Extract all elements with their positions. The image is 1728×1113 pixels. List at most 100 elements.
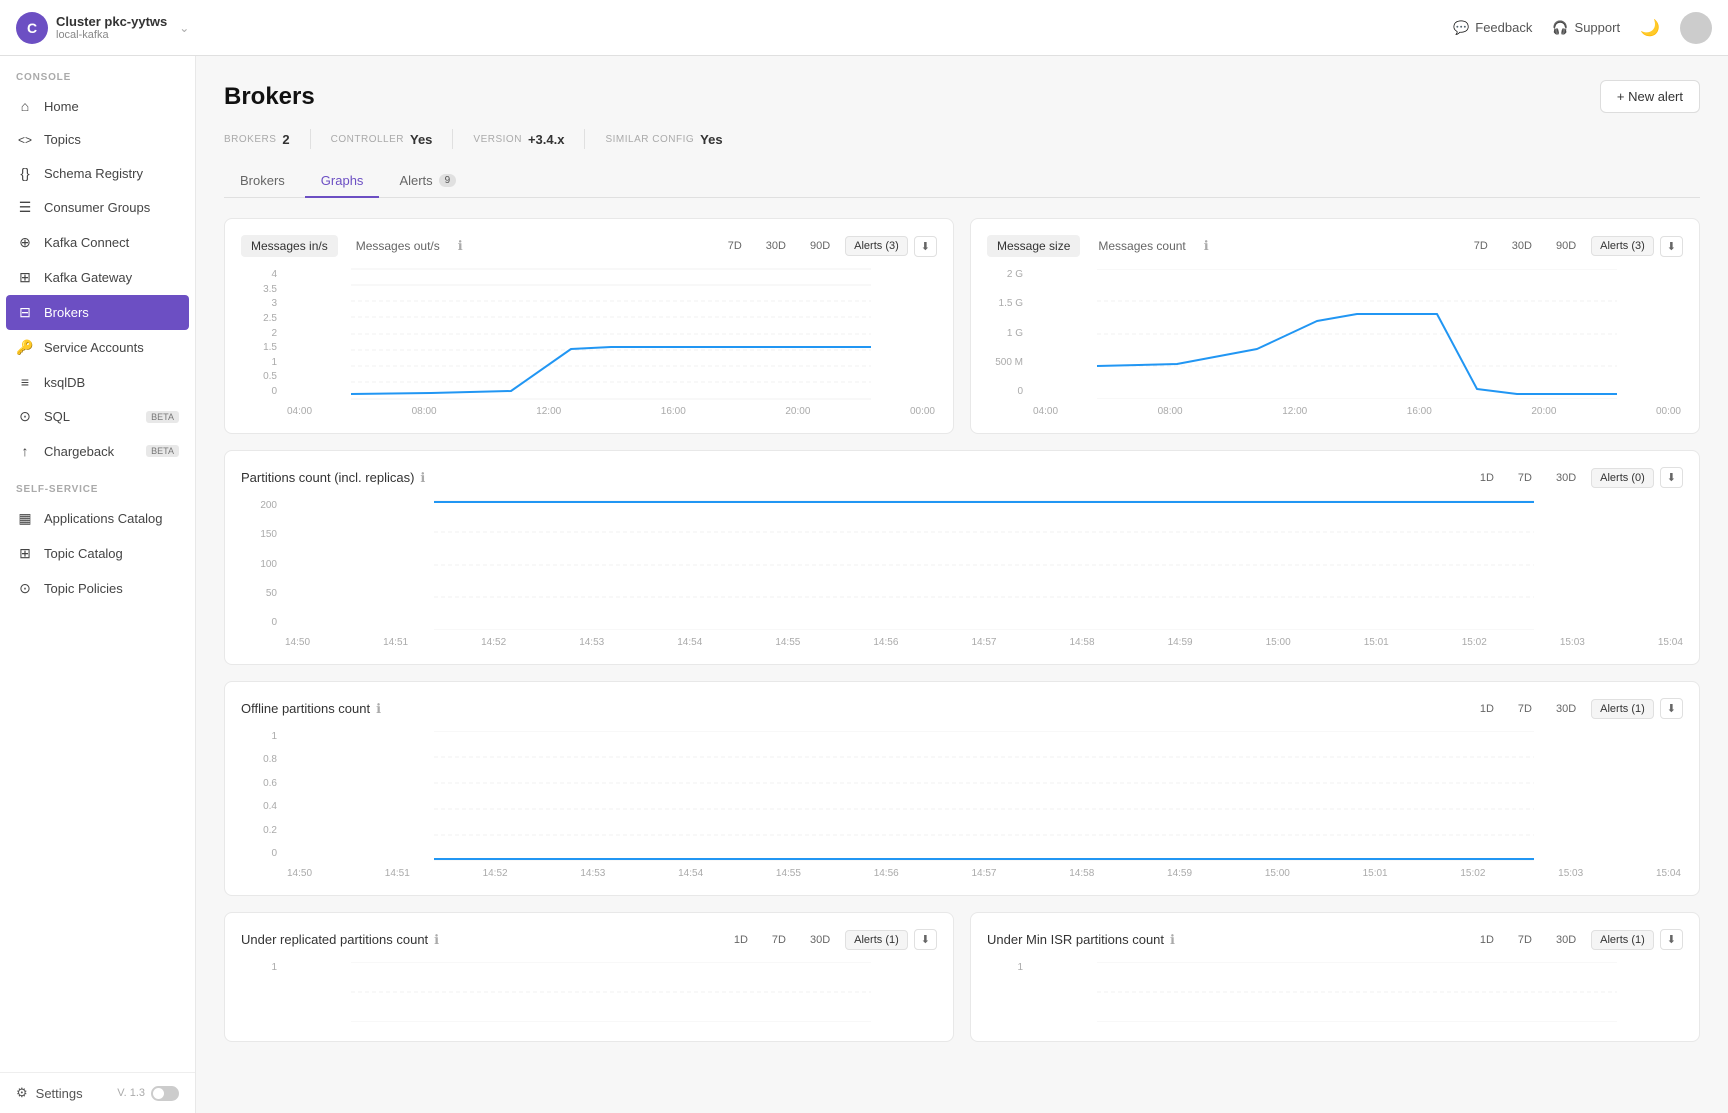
sidebar-item-label: Home xyxy=(44,99,79,114)
sidebar-item-schema-registry[interactable]: {} Schema Registry xyxy=(0,156,195,190)
message-size-7d-btn[interactable]: 7D xyxy=(1465,236,1497,256)
partitions-7d-btn[interactable]: 7D xyxy=(1509,468,1541,488)
sidebar-item-topics[interactable]: <> Topics xyxy=(0,123,195,156)
sidebar-item-topic-catalog[interactable]: ⊞ Topic Catalog xyxy=(0,536,195,571)
messages-info-icon[interactable]: ℹ xyxy=(458,238,463,254)
sidebar-item-topic-policies[interactable]: ⊙ Topic Policies xyxy=(0,571,195,606)
topic-catalog-icon: ⊞ xyxy=(16,545,34,562)
under-min-isr-1d-btn[interactable]: 1D xyxy=(1471,930,1503,950)
version-meta-label: VERSION xyxy=(473,134,522,145)
under-min-isr-alerts-btn[interactable]: Alerts (1) xyxy=(1591,930,1654,950)
under-min-isr-30d-btn[interactable]: 30D xyxy=(1547,930,1585,950)
avatar[interactable] xyxy=(1680,12,1712,44)
dark-mode-icon[interactable]: 🌙 xyxy=(1640,18,1660,38)
under-replicated-download-btn[interactable]: ⬇ xyxy=(914,929,937,950)
sidebar-item-label: Applications Catalog xyxy=(44,511,163,526)
message-size-chart-body: 2 G 1.5 G 1 G 500 M 0 xyxy=(987,269,1683,417)
chargeback-beta-badge: BETA xyxy=(146,445,179,457)
page-header: Brokers + New alert xyxy=(224,80,1700,113)
sidebar-item-label: ksqlDB xyxy=(44,375,85,390)
messages-30d-btn[interactable]: 30D xyxy=(757,236,795,256)
controller-meta: CONTROLLER Yes xyxy=(331,132,433,147)
partitions-1d-btn[interactable]: 1D xyxy=(1471,468,1503,488)
messages-in-tab[interactable]: Messages in/s xyxy=(241,235,338,257)
under-min-isr-info-icon[interactable]: ℹ xyxy=(1170,932,1175,948)
service-accounts-icon: 🔑 xyxy=(16,339,34,356)
offline-alerts-btn[interactable]: Alerts (1) xyxy=(1591,699,1654,719)
cluster-icon: C xyxy=(16,12,48,44)
messages-alerts-btn[interactable]: Alerts (3) xyxy=(845,236,908,256)
sql-icon: ⊙ xyxy=(16,408,34,425)
message-size-download-btn[interactable]: ⬇ xyxy=(1660,236,1683,257)
offline-partitions-info-icon[interactable]: ℹ xyxy=(376,701,381,717)
under-min-isr-chart-title: Under Min ISR partitions count ℹ xyxy=(987,932,1175,948)
messages-count-tab[interactable]: Messages count xyxy=(1088,235,1195,257)
offline-download-btn[interactable]: ⬇ xyxy=(1660,698,1683,719)
under-min-isr-controls: 1D 7D 30D Alerts (1) ⬇ xyxy=(1471,929,1683,950)
sidebar-item-brokers[interactable]: ⊟ Brokers xyxy=(6,295,189,330)
under-replicated-info-icon[interactable]: ℹ xyxy=(434,932,439,948)
message-size-info-icon[interactable]: ℹ xyxy=(1204,238,1209,254)
tab-brokers-label: Brokers xyxy=(240,173,285,188)
topbar-right: 💬 Feedback 🎧 Support 🌙 xyxy=(1453,12,1712,44)
sidebar-item-label: Kafka Connect xyxy=(44,235,129,250)
under-replicated-svg xyxy=(285,962,937,1022)
sidebar-item-applications-catalog[interactable]: ▦ Applications Catalog xyxy=(0,501,195,536)
sidebar-item-label: Chargeback xyxy=(44,444,114,459)
brokers-meta: BROKERS 2 xyxy=(224,132,290,147)
feedback-button[interactable]: 💬 Feedback xyxy=(1453,20,1532,36)
meta-divider-3 xyxy=(584,129,585,149)
under-min-isr-y-axis: 1 xyxy=(987,962,1023,1025)
under-replicated-30d-btn[interactable]: 30D xyxy=(801,930,839,950)
tab-alerts[interactable]: Alerts 9 xyxy=(383,165,472,198)
under-replicated-7d-btn[interactable]: 7D xyxy=(763,930,795,950)
partitions-info-icon[interactable]: ℹ xyxy=(420,470,425,486)
message-size-tab[interactable]: Message size xyxy=(987,235,1080,257)
sidebar-item-chargeback[interactable]: ↑ Chargeback BETA xyxy=(0,434,195,468)
messages-y-axis: 4 3.5 3 2.5 2 1.5 1 0.5 0 xyxy=(241,269,277,417)
support-button[interactable]: 🎧 Support xyxy=(1552,20,1620,36)
offline-1d-btn[interactable]: 1D xyxy=(1471,699,1503,719)
main-inner: Brokers + New alert BROKERS 2 CONTROLLER… xyxy=(196,56,1728,1082)
partitions-alerts-btn[interactable]: Alerts (0) xyxy=(1591,468,1654,488)
under-replicated-alerts-btn[interactable]: Alerts (1) xyxy=(845,930,908,950)
tab-brokers[interactable]: Brokers xyxy=(224,165,301,198)
settings-item[interactable]: ⚙ Settings xyxy=(16,1085,83,1101)
messages-chart-area: 04:00 08:00 12:00 16:00 20:00 00:00 xyxy=(285,269,937,417)
console-label: CONSOLE xyxy=(0,56,195,89)
message-size-chart-area: 04:00 08:00 12:00 16:00 20:00 00:00 xyxy=(1031,269,1683,417)
offline-7d-btn[interactable]: 7D xyxy=(1509,699,1541,719)
offline-chart-area: 14:50 14:51 14:52 14:53 14:54 14:55 14:5… xyxy=(285,731,1683,879)
under-min-isr-download-btn[interactable]: ⬇ xyxy=(1660,929,1683,950)
message-size-y-axis: 2 G 1.5 G 1 G 500 M 0 xyxy=(987,269,1023,417)
tab-graphs[interactable]: Graphs xyxy=(305,165,380,198)
message-size-alerts-btn[interactable]: Alerts (3) xyxy=(1591,236,1654,256)
under-min-isr-chart-area xyxy=(1031,962,1683,1025)
version-toggle[interactable] xyxy=(151,1086,179,1101)
sidebar-item-sql[interactable]: ⊙ SQL BETA xyxy=(0,399,195,434)
messages-chart-tabs: Messages in/s Messages out/s ℹ xyxy=(241,235,463,257)
controller-meta-value: Yes xyxy=(410,132,432,147)
under-replicated-1d-btn[interactable]: 1D xyxy=(725,930,757,950)
offline-30d-btn[interactable]: 30D xyxy=(1547,699,1585,719)
sidebar-item-home[interactable]: ⌂ Home xyxy=(0,89,195,123)
under-min-isr-7d-btn[interactable]: 7D xyxy=(1509,930,1541,950)
messages-7d-btn[interactable]: 7D xyxy=(719,236,751,256)
messages-download-btn[interactable]: ⬇ xyxy=(914,236,937,257)
messages-out-tab[interactable]: Messages out/s xyxy=(346,235,450,257)
kafka-gateway-icon: ⊞ xyxy=(16,269,34,286)
sidebar-item-service-accounts[interactable]: 🔑 Service Accounts xyxy=(0,330,195,365)
partitions-download-btn[interactable]: ⬇ xyxy=(1660,467,1683,488)
sidebar-item-consumer-groups[interactable]: ☰ Consumer Groups xyxy=(0,190,195,225)
sidebar-item-ksqldb[interactable]: ≡ ksqlDB xyxy=(0,365,195,399)
messages-90d-btn[interactable]: 90D xyxy=(801,236,839,256)
topbar: C Cluster pkc-yytws local-kafka ⌄ 💬 Feed… xyxy=(0,0,1728,56)
message-size-30d-btn[interactable]: 30D xyxy=(1503,236,1541,256)
topics-icon: <> xyxy=(16,133,34,147)
message-size-90d-btn[interactable]: 90D xyxy=(1547,236,1585,256)
sidebar-item-kafka-connect[interactable]: ⊕ Kafka Connect xyxy=(0,225,195,260)
chevron-down-icon[interactable]: ⌄ xyxy=(179,21,189,35)
partitions-30d-btn[interactable]: 30D xyxy=(1547,468,1585,488)
sidebar-item-kafka-gateway[interactable]: ⊞ Kafka Gateway xyxy=(0,260,195,295)
new-alert-button[interactable]: + New alert xyxy=(1600,80,1700,113)
